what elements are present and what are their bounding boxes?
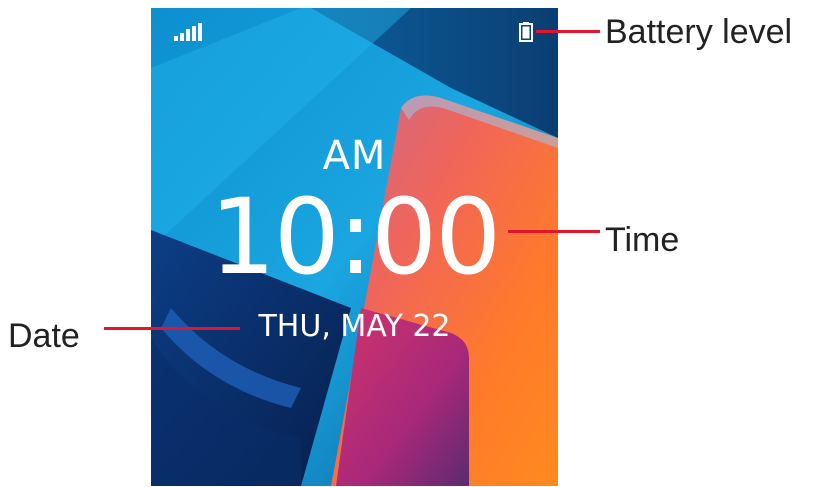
am-pm-indicator: AM [322,133,387,179]
clock-time: 10:00 [209,176,502,298]
signal-strength-icon [174,23,202,41]
time-callout-line [508,230,600,233]
phone-lock-screen: AM 10:00 THU, MAY 22 [151,8,558,486]
status-bar [151,8,558,56]
date-callout-line [104,327,240,330]
date-callout-label: Date [8,317,80,355]
battery-callout-line [536,30,600,33]
battery-icon [519,22,533,42]
battery-callout-label: Battery level [605,13,793,51]
time-callout-label: Time [605,221,680,259]
